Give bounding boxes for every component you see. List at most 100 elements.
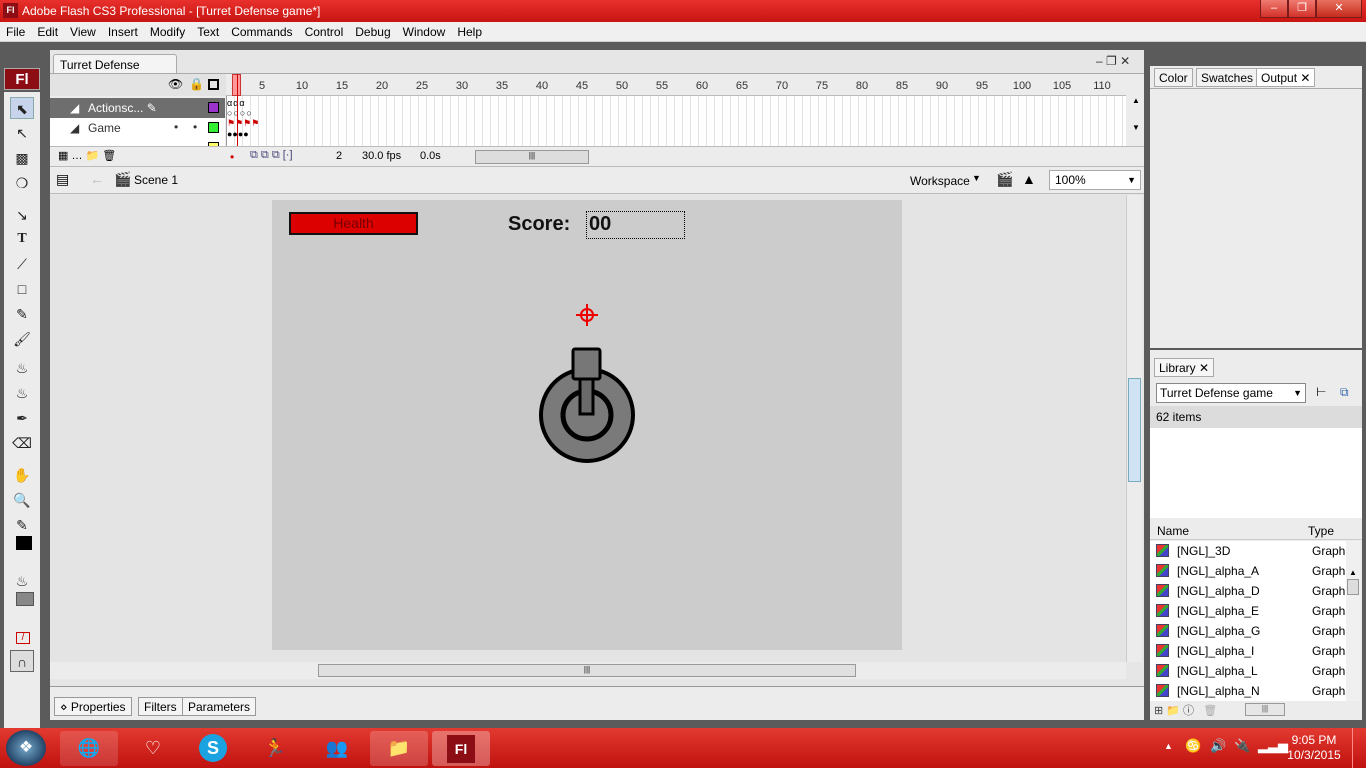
stage-hscroll[interactable]: |||: [50, 662, 1126, 679]
properties-icon[interactable]: ⓘ: [1183, 705, 1194, 717]
power-icon[interactable]: 🔌: [1234, 738, 1250, 754]
ink-bottle-tool-icon[interactable]: ♨: [10, 357, 34, 379]
stroke-color-swatch[interactable]: [16, 536, 32, 550]
layer-color-swatch[interactable]: [208, 122, 219, 133]
timeline-hscroll-thumb[interactable]: |||: [475, 150, 589, 164]
new-library-panel-icon[interactable]: ⧉: [1340, 385, 1349, 400]
timeline-vscroll[interactable]: ▲ ▼: [1128, 96, 1144, 146]
fill-color-icon[interactable]: ♨: [10, 570, 34, 592]
menu-modify[interactable]: Modify: [144, 22, 191, 39]
menu-commands[interactable]: Commands: [225, 22, 298, 39]
new-folder-icon[interactable]: 📁: [1166, 705, 1180, 717]
tab-parameters[interactable]: Parameters: [182, 697, 257, 716]
rectangle-tool-icon[interactable]: □: [10, 278, 34, 300]
library-document-select[interactable]: Turret Defense game ▼: [1156, 383, 1306, 403]
turret[interactable]: [536, 346, 636, 466]
subselection-tool-icon[interactable]: ↖: [10, 122, 34, 144]
layer-row-actionscript[interactable]: ◢ Actionsc... ✎: [50, 98, 225, 118]
column-type[interactable]: Type: [1308, 524, 1334, 538]
volume-icon[interactable]: 🔊: [1210, 738, 1226, 754]
score-textfield[interactable]: 00: [586, 211, 685, 239]
menu-help[interactable]: Help: [451, 22, 488, 39]
new-symbol-icon[interactable]: ⊞: [1154, 705, 1163, 717]
tab-color[interactable]: Color: [1154, 68, 1193, 87]
lock-icon[interactable]: 🔒: [189, 77, 204, 91]
delete-icon[interactable]: 🗑: [1203, 705, 1217, 717]
taskbar-skype-icon[interactable]: S: [184, 731, 242, 766]
keyframes-actionscript[interactable]: ααα○○○○: [227, 98, 259, 118]
layer-row-game[interactable]: ◢ Game • •: [50, 118, 225, 138]
eye-icon[interactable]: 👁: [168, 77, 183, 91]
taskbar-imvu-icon[interactable]: ♡: [124, 731, 182, 766]
tab-library[interactable]: Library ✕: [1154, 358, 1215, 377]
onion-skin-icons[interactable]: ⧉ ⧉ ⧉ [·]: [250, 149, 293, 162]
taskbar-flash-icon[interactable]: Fl: [432, 731, 490, 766]
document-window-controls[interactable]: – ❐ ✕: [1096, 54, 1130, 68]
brush-tool-icon[interactable]: 🖌: [10, 328, 34, 350]
stage-vscroll[interactable]: [1126, 195, 1142, 662]
taskbar-aim-icon[interactable]: 🏃: [246, 731, 304, 766]
free-transform-tool-icon[interactable]: ▩: [10, 147, 34, 169]
outline-icon[interactable]: [208, 79, 219, 90]
menu-window[interactable]: Window: [397, 22, 452, 39]
scene-name[interactable]: Scene 1: [134, 173, 178, 187]
center-frame-icon[interactable]: •: [230, 150, 234, 164]
zoom-select[interactable]: 100% ▼: [1049, 170, 1141, 190]
insert-layer-icon[interactable]: ▦ … 📁 🗑: [58, 149, 116, 162]
eyedropper-tool-icon[interactable]: ✒: [10, 407, 34, 429]
pen-tool-icon[interactable]: ↘: [10, 204, 34, 226]
menu-debug[interactable]: Debug: [349, 22, 396, 39]
library-vscroll-thumb[interactable]: [1347, 579, 1359, 595]
menu-text[interactable]: Text: [191, 22, 225, 39]
stage-vscroll-thumb[interactable]: [1128, 378, 1141, 482]
frame-rate[interactable]: 30.0 fps: [362, 150, 401, 162]
keyframes-game[interactable]: ⚑⚑⚑⚑●●●●: [227, 118, 259, 139]
tab-filters[interactable]: Filters: [138, 697, 183, 716]
taskbar-messenger-icon[interactable]: 👥: [308, 731, 366, 766]
back-arrow-icon[interactable]: ←: [90, 171, 104, 187]
maximize-button[interactable]: ❐: [1288, 0, 1316, 18]
library-item[interactable]: [NGL]_alpha_L Graph: [1152, 661, 1348, 681]
frame-ruler[interactable]: 1510152025303540455055606570758085909510…: [226, 74, 1126, 96]
taskbar-firefox-icon[interactable]: 🌐: [60, 731, 118, 766]
library-item[interactable]: [NGL]_alpha_I Graph: [1152, 641, 1348, 661]
library-item[interactable]: [NGL]_alpha_E Graph: [1152, 601, 1348, 621]
library-item[interactable]: [NGL]_3D Graph: [1152, 541, 1348, 561]
close-button[interactable]: ✕: [1316, 0, 1362, 18]
zoom-tool-icon[interactable]: 🔍: [10, 489, 34, 511]
timeline-toggle-icon[interactable]: ▤: [56, 171, 69, 188]
frame-grid[interactable]: ααα○○○○ ⚑⚑⚑⚑●●●●: [226, 74, 1126, 146]
tab-swatches[interactable]: Swatches: [1196, 68, 1259, 87]
snap-to-objects-icon[interactable]: ∩: [10, 650, 34, 672]
hand-tool-icon[interactable]: ✋: [10, 464, 34, 486]
stage[interactable]: Health Score: 00: [272, 200, 902, 650]
library-item[interactable]: [NGL]_alpha_D Graph: [1152, 581, 1348, 601]
minimize-button[interactable]: –: [1260, 0, 1288, 18]
layer-color-swatch[interactable]: [208, 102, 219, 113]
library-hscroll-thumb[interactable]: |||: [1245, 703, 1285, 716]
text-tool-icon[interactable]: T: [10, 228, 34, 250]
crosshair-icon[interactable]: [574, 302, 600, 328]
edit-symbols-icon[interactable]: ▲: [1022, 171, 1036, 187]
show-desktop-button[interactable]: [1352, 728, 1366, 768]
chevron-down-icon[interactable]: ▼: [972, 173, 981, 183]
fill-color-swatch[interactable]: [16, 592, 34, 606]
menu-view[interactable]: View: [64, 22, 102, 39]
tab-properties[interactable]: ⋄ Properties: [54, 697, 132, 716]
pin-icon[interactable]: ⊢: [1316, 385, 1326, 399]
eraser-tool-icon[interactable]: ⌫: [10, 432, 34, 454]
column-name[interactable]: Name: [1157, 524, 1189, 538]
start-button[interactable]: ❖: [6, 730, 46, 766]
library-vscroll[interactable]: ▲: [1346, 541, 1360, 701]
paint-bucket-tool-icon[interactable]: ♨: [10, 382, 34, 404]
stroke-color-icon[interactable]: ✎: [10, 514, 34, 536]
menu-edit[interactable]: Edit: [31, 22, 64, 39]
tab-output[interactable]: Output ✕: [1256, 68, 1316, 87]
show-hidden-icons[interactable]: ▲: [1164, 741, 1173, 751]
no-color-icon[interactable]: /: [16, 632, 30, 644]
library-item[interactable]: [NGL]_alpha_N Graph: [1152, 681, 1348, 701]
avira-icon[interactable]: ♋: [1185, 738, 1201, 754]
lasso-tool-icon[interactable]: ❍: [10, 172, 34, 194]
layer-row-3[interactable]: [50, 138, 225, 146]
document-tab[interactable]: Turret Defense game*: [53, 54, 177, 86]
